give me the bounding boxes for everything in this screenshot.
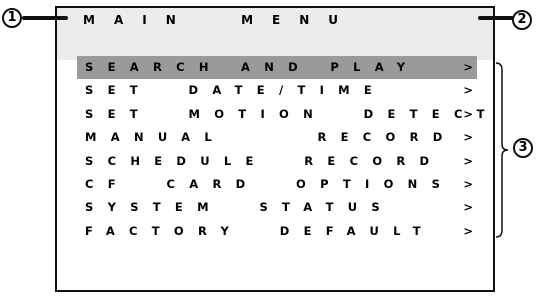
menu-item-label: SET DATE/TIME [85,83,387,98]
callout-number: 3 [513,138,533,158]
menu-item-label: SCHEDULE RECORD [85,153,444,168]
menu-item-schedule-record[interactable]: SCHEDULE RECORD > [77,150,477,173]
callout-number: 1 [2,8,22,28]
menu-item-factory-default[interactable]: FACTORY DEFAULT > [77,220,477,243]
leader-line [22,16,68,20]
chevron-right-icon: > [463,60,473,74]
menu-item-label: FACTORY DEFAULT [85,223,435,238]
menu-item-label: CF CARD OPTIONS [85,176,455,191]
chevron-right-icon: > [463,83,473,98]
chevron-right-icon: > [463,176,473,191]
bracket [495,62,509,238]
chevron-right-icon: > [463,200,473,215]
chevron-right-icon: > [463,130,473,145]
menu-title: MAIN MENU [83,13,358,27]
menu-item-system-status[interactable]: SYSTEM STATUS > [77,196,477,219]
menu-screen: MAIN MENU SEARCH AND PLAY > SET DATE/TIM… [55,6,495,292]
menu-item-cf-card-options[interactable]: CF CARD OPTIONS > [77,173,477,196]
menu-item-label: SET MOTION DETECT [85,106,499,121]
leader-line [478,16,514,20]
menu-item-set-date-time[interactable]: SET DATE/TIME > [77,79,477,102]
menu-item-label: MANUAL RECORD [85,130,457,145]
menu-item-set-motion-detect[interactable]: SET MOTION DETECT > [77,103,485,126]
chevron-right-icon: > [463,106,473,121]
menu-item-manual-record[interactable]: MANUAL RECORD > [77,126,477,149]
menu-list: SEARCH AND PLAY > SET DATE/TIME > SET MO… [77,56,485,243]
chevron-right-icon: > [463,223,473,238]
callout-number: 2 [512,10,532,30]
menu-item-label: SYSTEM STATUS [85,200,394,215]
menu-item-search-and-play[interactable]: SEARCH AND PLAY > [77,56,477,80]
menu-item-label: SEARCH AND PLAY [85,60,420,74]
chevron-right-icon: > [463,153,473,168]
